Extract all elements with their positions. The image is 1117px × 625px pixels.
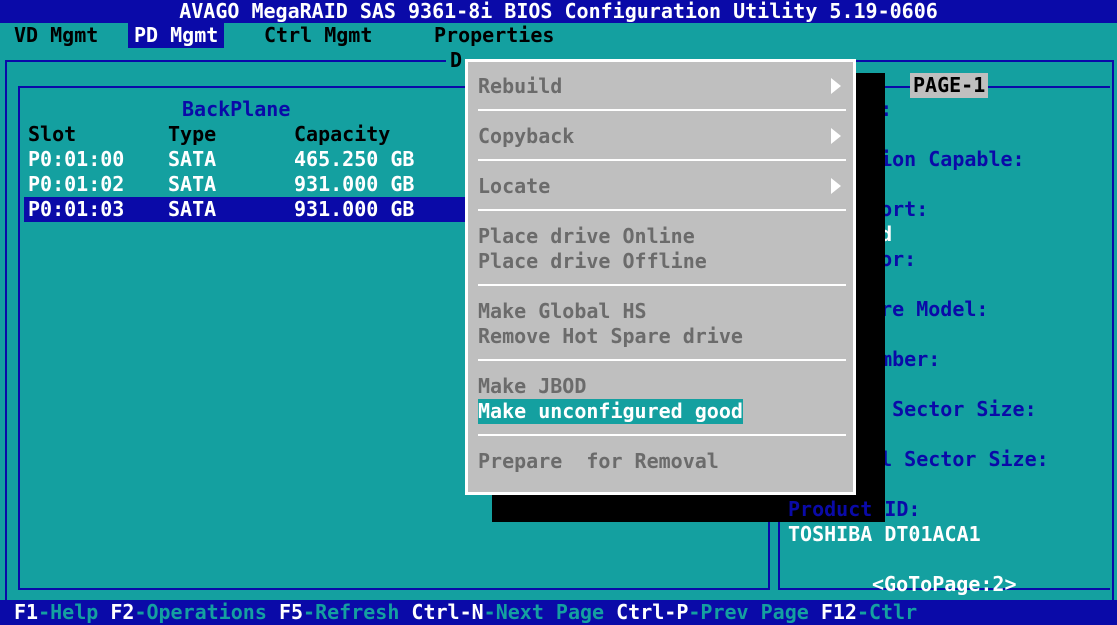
key-f2: F2: [110, 600, 135, 624]
cell-capacity: 465.250 GB: [294, 147, 415, 171]
submenu-arrow-icon: [831, 78, 841, 94]
product-id-label: Product ID:: [788, 497, 921, 521]
menu-item-make-global-hs[interactable]: Make Global HS: [478, 299, 647, 324]
divider: [478, 209, 846, 211]
cell-slot: P0:01:00: [28, 147, 125, 171]
col-slot-header: Slot: [28, 122, 77, 146]
table-row[interactable]: P0:01:02 SATA 931.000 GB: [24, 172, 464, 197]
col-type-header: Type: [168, 122, 217, 146]
backplane-heading: BackPlane: [182, 97, 291, 121]
menu-item-prepare-removal[interactable]: Prepare for Removal: [478, 449, 719, 474]
menu-item-rebuild[interactable]: Rebuild: [478, 74, 562, 99]
submenu-arrow-icon: [831, 178, 841, 194]
key-f12-label: -Ctlr: [856, 600, 918, 624]
cell-type: SATA: [168, 197, 217, 221]
menu-bar: VD Mgmt PD Mgmt Ctrl Mgmt Properties: [0, 23, 1117, 48]
cell-capacity: 931.000 GB: [294, 197, 415, 221]
table-row[interactable]: P0:01:00 SATA 465.250 GB: [24, 147, 464, 172]
window-title: AVAGO MegaRAID SAS 9361-8i BIOS Configur…: [0, 0, 1117, 23]
menu-item-place-offline[interactable]: Place drive Offline: [478, 249, 707, 274]
key-ctrl-p-label: -Prev Page: [688, 600, 821, 624]
table-row-selected[interactable]: P0:01:03 SATA 931.000 GB: [24, 197, 466, 222]
key-ctrl-p: Ctrl-P: [616, 600, 689, 624]
menu-item-make-jbod[interactable]: Make JBOD: [478, 374, 586, 399]
menu-pd-mgmt[interactable]: PD Mgmt: [128, 23, 225, 48]
key-f5: F5: [278, 600, 304, 624]
menu-item-copyback[interactable]: Copyback: [478, 124, 574, 149]
operations-popup-menu: Rebuild Copyback Locate Place drive Onli…: [465, 59, 856, 495]
divider: [478, 434, 846, 436]
menu-item-remove-hot-spare[interactable]: Remove Hot Spare drive: [478, 324, 743, 349]
status-bar: F1-Help F2-Operations F5-Refresh Ctrl-N-…: [0, 600, 1117, 625]
divider: [478, 109, 846, 111]
divider: [478, 359, 846, 361]
key-f1: F1: [14, 600, 39, 624]
col-capacity-header: Capacity: [294, 122, 391, 146]
divider: [478, 284, 846, 286]
cell-slot: P0:01:03: [28, 197, 125, 221]
key-f2-label: -Operations: [134, 600, 279, 624]
submenu-arrow-icon: [831, 128, 841, 144]
product-id-value: TOSHIBA DT01ACA1: [788, 522, 981, 546]
menu-ctrl-mgmt[interactable]: Ctrl Mgmt: [258, 23, 378, 48]
cell-type: SATA: [168, 147, 217, 171]
menu-properties[interactable]: Properties: [428, 23, 560, 48]
menu-vd-mgmt[interactable]: VD Mgmt: [8, 23, 104, 48]
page-label: PAGE-1: [910, 73, 989, 98]
key-ctrl-n: Ctrl-N: [411, 600, 484, 624]
key-f1-label: -Help: [38, 600, 111, 624]
frame-title-fragment: D: [446, 48, 467, 73]
key-f12: F12: [820, 600, 857, 624]
goto-page-button[interactable]: <GoToPage:2>: [872, 572, 1017, 597]
cell-capacity: 931.000 GB: [294, 172, 415, 196]
key-f5-label: -Refresh: [303, 600, 412, 624]
menu-item-place-online[interactable]: Place drive Online: [478, 224, 695, 249]
menu-item-locate[interactable]: Locate: [478, 174, 550, 199]
menu-item-make-unconfigured-good[interactable]: Make unconfigured good: [478, 399, 743, 424]
key-ctrl-n-label: -Next Page: [483, 600, 617, 624]
cell-slot: P0:01:02: [28, 172, 125, 196]
cell-type: SATA: [168, 172, 217, 196]
divider: [478, 159, 846, 161]
